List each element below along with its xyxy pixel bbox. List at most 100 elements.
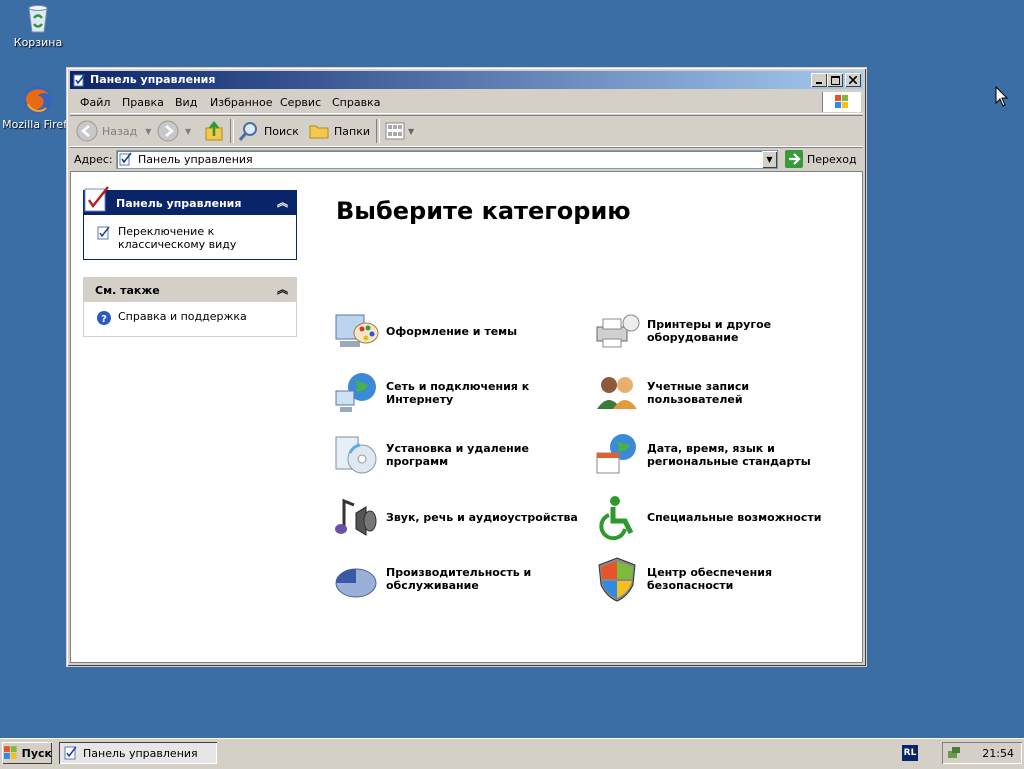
category-printers[interactable]: Принтеры и другое оборудование bbox=[593, 307, 843, 355]
chevron-down-icon: ▼ bbox=[766, 155, 773, 164]
clock[interactable]: 21:54 bbox=[982, 747, 1014, 760]
system-tray: RL 21:54 bbox=[902, 742, 1022, 764]
forward-dropdown-icon[interactable]: ▼ bbox=[185, 127, 191, 136]
address-label: Адрес: bbox=[74, 153, 113, 166]
forward-arrow-icon bbox=[157, 120, 179, 142]
collapse-icon[interactable]: ︽ bbox=[277, 281, 288, 297]
go-label: Переход bbox=[807, 152, 857, 166]
folders-button[interactable]: Папки bbox=[308, 120, 370, 142]
address-bar: Адрес: Панель управления ▼ Переход bbox=[70, 147, 863, 170]
minimize-icon bbox=[816, 82, 822, 84]
category-label: Сеть и подключения к Интернету bbox=[386, 380, 530, 406]
page-title: Выберите категорию bbox=[336, 197, 631, 225]
switch-classic-view-link[interactable]: Переключение к классическому виду bbox=[96, 225, 238, 251]
date-time-language-icon bbox=[596, 434, 636, 474]
views-button[interactable]: ▼ bbox=[384, 120, 414, 142]
search-label: Поиск bbox=[264, 124, 299, 138]
forward-button[interactable]: ▼ bbox=[157, 120, 191, 142]
start-button[interactable]: Пуск bbox=[2, 742, 52, 764]
control-panel-task-pane: Панель управления ︽ Переключение к класс… bbox=[83, 186, 297, 260]
maximize-button[interactable] bbox=[827, 73, 843, 87]
category-accessibility[interactable]: Специальные возможности bbox=[593, 493, 843, 541]
control-panel-check-icon bbox=[84, 186, 109, 212]
up-folder-button[interactable] bbox=[204, 120, 226, 142]
close-button[interactable] bbox=[845, 73, 861, 87]
toolbar: Назад ▼ ▼ Поиск Папки ▼ bbox=[70, 115, 863, 147]
title-bar[interactable]: Панель управления bbox=[70, 71, 863, 89]
menu-edit[interactable]: Правка bbox=[122, 96, 164, 109]
go-button[interactable]: Переход bbox=[785, 150, 857, 168]
menu-file[interactable]: Файл bbox=[80, 96, 110, 109]
category-network[interactable]: Сеть и подключения к Интернету bbox=[332, 369, 582, 417]
maximize-icon bbox=[830, 75, 840, 85]
taskbar-window-label: Панель управления bbox=[83, 746, 198, 760]
views-dropdown-icon[interactable]: ▼ bbox=[408, 127, 414, 136]
windows-logo bbox=[822, 92, 861, 112]
category-performance[interactable]: Производительность и обслуживание bbox=[332, 555, 582, 603]
address-input[interactable]: Панель управления ▼ bbox=[116, 150, 778, 169]
security-center-icon bbox=[598, 557, 636, 602]
help-icon: ? bbox=[97, 311, 111, 325]
network-tray-icon[interactable] bbox=[946, 745, 962, 761]
back-label: Назад bbox=[102, 124, 138, 138]
address-dropdown-button[interactable]: ▼ bbox=[762, 151, 777, 168]
address-value: Панель управления bbox=[138, 153, 253, 166]
category-label: Производительность и обслуживание bbox=[386, 566, 532, 592]
go-arrow-icon bbox=[785, 150, 803, 168]
menu-view[interactable]: Вид bbox=[175, 96, 197, 109]
back-button[interactable]: Назад ▼ bbox=[76, 120, 151, 142]
menu-help[interactable]: Справка bbox=[332, 96, 380, 109]
views-icon bbox=[385, 122, 405, 140]
window-title: Панель управления bbox=[90, 73, 216, 86]
up-folder-icon bbox=[205, 120, 223, 141]
toolbar-separator bbox=[376, 119, 380, 143]
category-label: Центр обеспечения безопасности bbox=[647, 566, 773, 592]
search-button[interactable]: Поиск bbox=[238, 120, 299, 142]
classic-view-icon bbox=[97, 226, 110, 240]
recycle-bin-icon bbox=[28, 5, 48, 33]
add-remove-programs-icon bbox=[335, 436, 377, 474]
control-panel-address-icon bbox=[119, 152, 132, 166]
menu-bar: Файл Правка Вид Избранное Сервис Справка bbox=[70, 91, 863, 114]
minimize-button[interactable] bbox=[811, 73, 827, 87]
collapse-icon[interactable]: ︽ bbox=[277, 194, 288, 210]
recycle-bin-label: Корзина bbox=[13, 36, 63, 49]
help-support-link[interactable]: ? Справка и поддержка bbox=[96, 310, 247, 326]
folders-label: Папки bbox=[334, 124, 370, 138]
category-appearance-themes[interactable]: Оформление и темы bbox=[332, 307, 582, 355]
task-pane-title: Панель управления bbox=[116, 197, 242, 210]
user-accounts-icon bbox=[597, 377, 637, 409]
see-also-pane: См. также ︽ ? Справка и поддержка bbox=[83, 277, 297, 337]
close-icon bbox=[849, 76, 857, 84]
menu-favorites[interactable]: Избранное bbox=[210, 96, 272, 109]
category-sound[interactable]: Звук, речь и аудиоустройства bbox=[332, 493, 582, 541]
menu-tools[interactable]: Сервис bbox=[280, 96, 321, 109]
category-label: Специальные возможности bbox=[647, 510, 822, 524]
accessibility-icon bbox=[599, 496, 634, 541]
folders-icon bbox=[309, 125, 329, 139]
taskbar-window-button[interactable]: Панель управления bbox=[59, 742, 217, 764]
back-dropdown-icon[interactable]: ▼ bbox=[145, 127, 151, 136]
firefox-icon bbox=[24, 86, 52, 114]
category-date-time[interactable]: Дата, время, язык и региональные стандар… bbox=[593, 431, 843, 479]
content-area: Панель управления ︽ Переключение к класс… bbox=[70, 171, 863, 663]
recycle-bin-desktop-icon[interactable]: Корзина bbox=[0, 0, 78, 49]
language-indicator[interactable]: RL bbox=[902, 745, 918, 761]
taskbar: Пуск Панель управления RL 21:54 bbox=[0, 738, 1024, 769]
control-panel-window: Панель управления Файл Правка Вид Избран… bbox=[66, 67, 867, 667]
category-label: Установка и удаление программ bbox=[386, 442, 529, 468]
search-icon bbox=[238, 122, 257, 141]
start-label: Пуск bbox=[21, 746, 52, 760]
category-label: Дата, время, язык и региональные стандар… bbox=[647, 442, 811, 468]
performance-maintenance-icon bbox=[335, 568, 377, 598]
category-user-accounts[interactable]: Учетные записи пользователей bbox=[593, 369, 843, 417]
see-also-header[interactable]: См. также ︽ bbox=[84, 278, 296, 302]
category-label: Звук, речь и аудиоустройства bbox=[386, 510, 578, 524]
network-connections-icon bbox=[335, 373, 376, 412]
category-add-remove[interactable]: Установка и удаление программ bbox=[332, 431, 582, 479]
toolbar-separator bbox=[230, 119, 234, 143]
task-pane-header[interactable]: Панель управления ︽ bbox=[84, 186, 296, 215]
category-label: Принтеры и другое оборудование bbox=[647, 318, 772, 344]
printers-hardware-icon bbox=[596, 314, 640, 348]
category-security-center[interactable]: Центр обеспечения безопасности bbox=[593, 555, 843, 603]
